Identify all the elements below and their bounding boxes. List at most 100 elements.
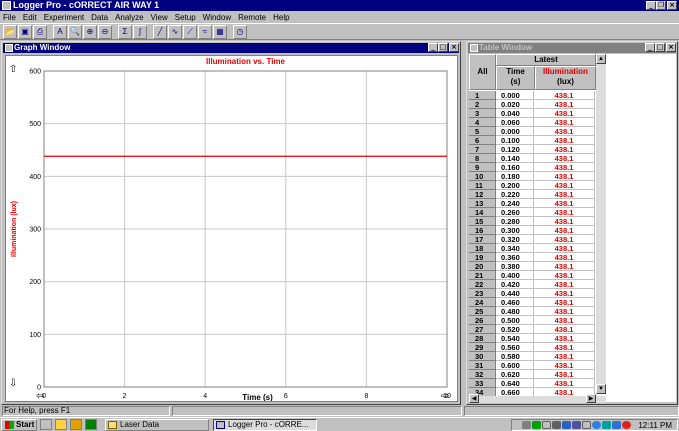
table-row[interactable]: 11 0.200 438.1	[469, 181, 600, 190]
illumination-cell[interactable]: 438.1	[534, 235, 595, 244]
table-row[interactable]: 14 0.260 438.1	[469, 208, 600, 217]
time-cell[interactable]: 0.140	[496, 154, 534, 163]
tray-shield-icon[interactable]	[572, 421, 582, 429]
illumination-cell[interactable]: 438.1	[534, 352, 595, 361]
illumination-cell[interactable]: 438.1	[534, 163, 595, 172]
time-cell[interactable]: 0.400	[496, 271, 534, 280]
illumination-cell[interactable]: 438.1	[534, 226, 595, 235]
restore-button[interactable]: ❐	[656, 1, 666, 10]
table-row[interactable]: 27 0.520 438.1	[469, 325, 600, 334]
menu-window[interactable]: Window	[203, 13, 231, 22]
menu-setup[interactable]: Setup	[175, 13, 196, 22]
show-desktop-icon[interactable]	[40, 419, 52, 430]
start-button[interactable]: Start	[1, 418, 37, 431]
close-button[interactable]: ×	[667, 1, 677, 10]
select-all-button[interactable]: All	[469, 54, 496, 90]
time-cell[interactable]: 0.560	[496, 343, 534, 352]
illumination-cell[interactable]: 438.1	[534, 298, 595, 307]
row-number[interactable]: 16	[469, 226, 496, 235]
row-number[interactable]: 19	[469, 253, 496, 262]
open-icon[interactable]: 📂	[3, 24, 17, 39]
row-number[interactable]: 22	[469, 280, 496, 289]
illumination-cell[interactable]: 438.1	[534, 370, 595, 379]
menu-data[interactable]: Data	[91, 13, 108, 22]
illumination-cell[interactable]: 438.1	[534, 190, 595, 199]
table-row[interactable]: 23 0.440 438.1	[469, 289, 600, 298]
illumination-cell[interactable]: 438.1	[534, 136, 595, 145]
graph-close-button[interactable]: ×	[449, 43, 459, 52]
time-cell[interactable]: 0.520	[496, 325, 534, 334]
table-row[interactable]: 3 0.040 438.1	[469, 109, 600, 118]
table-row[interactable]: 10 0.180 438.1	[469, 172, 600, 181]
row-number[interactable]: 17	[469, 235, 496, 244]
row-number[interactable]: 1	[469, 91, 496, 100]
app-quicklaunch-icon[interactable]	[85, 419, 97, 430]
time-cell[interactable]: 0.060	[496, 118, 534, 127]
illumination-cell[interactable]: 438.1	[534, 118, 595, 127]
tray-display-icon[interactable]	[612, 421, 622, 429]
row-number[interactable]: 14	[469, 208, 496, 217]
table-row[interactable]: 26 0.500 438.1	[469, 316, 600, 325]
time-cell[interactable]: 0.620	[496, 370, 534, 379]
integral-icon[interactable]: ∫	[133, 24, 147, 39]
table-row[interactable]: 13 0.240 438.1	[469, 199, 600, 208]
collect-clock-icon[interactable]: ◷	[233, 24, 247, 39]
tangent-icon[interactable]: ⟋	[183, 24, 197, 39]
save-icon[interactable]: ▣	[18, 24, 32, 39]
row-number[interactable]: 15	[469, 217, 496, 226]
menu-edit[interactable]: Edit	[23, 13, 37, 22]
illumination-cell[interactable]: 438.1	[534, 208, 595, 217]
scroll-down-arrow-icon[interactable]: ▼	[596, 384, 606, 394]
table-row[interactable]: 22 0.420 438.1	[469, 280, 600, 289]
illumination-cell[interactable]: 438.1	[534, 325, 595, 334]
illumination-cell[interactable]: 438.1	[534, 271, 595, 280]
menu-remote[interactable]: Remote	[238, 13, 266, 22]
table-row[interactable]: 21 0.400 438.1	[469, 271, 600, 280]
row-number[interactable]: 21	[469, 271, 496, 280]
time-cell[interactable]: 0.360	[496, 253, 534, 262]
illumination-cell[interactable]: 438.1	[534, 280, 595, 289]
menu-experiment[interactable]: Experiment	[44, 13, 84, 22]
zoom-in-icon[interactable]: ⊕	[83, 24, 97, 39]
row-number[interactable]: 26	[469, 316, 496, 325]
time-cell[interactable]: 0.180	[496, 172, 534, 181]
table-row[interactable]: 15 0.280 438.1	[469, 217, 600, 226]
illumination-cell[interactable]: 438.1	[534, 127, 595, 136]
time-cell[interactable]: 0.040	[496, 109, 534, 118]
illumination-cell[interactable]: 438.1	[534, 262, 595, 271]
row-number[interactable]: 30	[469, 352, 496, 361]
time-cell[interactable]: 0.340	[496, 244, 534, 253]
row-number[interactable]: 27	[469, 325, 496, 334]
row-number[interactable]: 23	[469, 289, 496, 298]
table-minimize-button[interactable]: _	[645, 43, 655, 52]
tray-app-icon[interactable]	[532, 421, 542, 429]
illumination-cell[interactable]: 438.1	[534, 145, 595, 154]
table-row[interactable]: 29 0.560 438.1	[469, 343, 600, 352]
table-row[interactable]: 32 0.620 438.1	[469, 370, 600, 379]
row-number[interactable]: 28	[469, 334, 496, 343]
time-cell[interactable]: 0.280	[496, 217, 534, 226]
illumination-cell[interactable]: 438.1	[534, 91, 595, 100]
table-row[interactable]: 1 0.000 438.1	[469, 91, 600, 100]
table-row[interactable]: 31 0.600 438.1	[469, 361, 600, 370]
autoscale-icon[interactable]: ▦	[213, 24, 227, 39]
illumination-cell[interactable]: 438.1	[534, 316, 595, 325]
graph-maximize-button[interactable]: □	[438, 43, 448, 52]
illumination-cell[interactable]: 438.1	[534, 244, 595, 253]
scroll-right-arrow-icon[interactable]: ▶	[586, 394, 596, 403]
row-number[interactable]: 4	[469, 118, 496, 127]
time-cell[interactable]: 0.460	[496, 298, 534, 307]
text-icon[interactable]: A	[53, 24, 67, 39]
tray-teal-icon[interactable]	[602, 421, 612, 429]
tray-globe-icon[interactable]	[592, 421, 602, 429]
illumination-cell[interactable]: 438.1	[534, 334, 595, 343]
table-row[interactable]: 24 0.460 438.1	[469, 298, 600, 307]
illumination-cell[interactable]: 438.1	[534, 217, 595, 226]
illumination-column-header[interactable]: Illumination (lux)	[535, 66, 596, 90]
tray-monitor-icon[interactable]	[582, 421, 592, 429]
table-row[interactable]: 28 0.540 438.1	[469, 334, 600, 343]
row-number[interactable]: 20	[469, 262, 496, 271]
row-number[interactable]: 24	[469, 298, 496, 307]
task-laser-data[interactable]: Laser Data	[105, 418, 209, 431]
row-number[interactable]: 9	[469, 163, 496, 172]
